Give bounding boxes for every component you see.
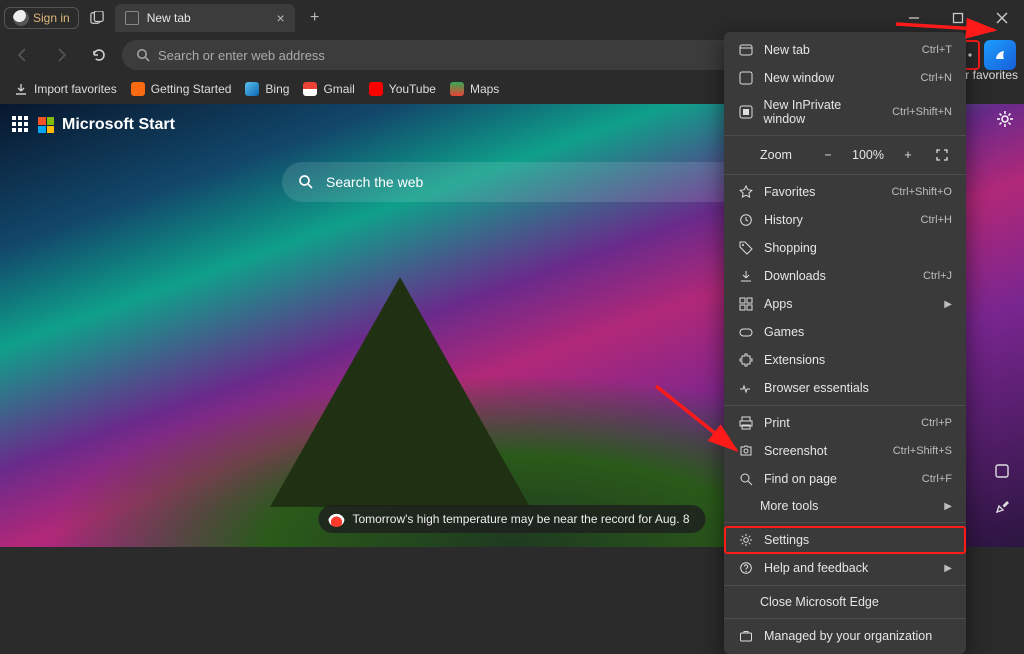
menu-new-tab[interactable]: New tabCtrl+T (724, 36, 966, 64)
fullscreen-button[interactable] (932, 145, 952, 165)
expand-feed-button[interactable] (990, 459, 1014, 483)
window-maximize-button[interactable] (936, 2, 980, 34)
menu-apps[interactable]: Apps▶ (724, 290, 966, 318)
history-icon (738, 212, 754, 228)
fav-maps[interactable]: Maps (450, 82, 499, 96)
window-close-button[interactable] (980, 2, 1024, 34)
back-button[interactable] (8, 40, 38, 70)
fav-bing[interactable]: Bing (245, 82, 289, 96)
copilot-button[interactable] (984, 40, 1016, 70)
inprivate-icon (738, 104, 753, 120)
menu-close-edge[interactable]: Close Microsoft Edge (724, 589, 966, 615)
brand-title: Microsoft Start (62, 116, 175, 134)
menu-favorites[interactable]: FavoritesCtrl+Shift+O (724, 178, 966, 206)
zoom-out-button[interactable]: − (818, 145, 838, 165)
youtube-icon (369, 82, 383, 96)
menu-more-tools[interactable]: More tools▶ (724, 493, 966, 519)
menu-help-feedback[interactable]: Help and feedback▶ (724, 554, 966, 582)
app-menu: New tabCtrl+T New windowCtrl+N New InPri… (724, 32, 966, 654)
fav-getting-started[interactable]: Getting Started (131, 82, 232, 96)
import-icon (14, 82, 28, 96)
gear-icon (738, 532, 754, 548)
ntp-search-box[interactable]: Search the web (282, 162, 742, 202)
menu-find-on-page[interactable]: Find on pageCtrl+F (724, 465, 966, 493)
refresh-button[interactable] (84, 40, 114, 70)
app-launcher-button[interactable] (12, 116, 30, 134)
menu-history[interactable]: HistoryCtrl+H (724, 206, 966, 234)
download-icon (738, 268, 754, 284)
search-icon (298, 174, 314, 190)
find-icon (738, 471, 754, 487)
address-placeholder: Search or enter web address (158, 48, 325, 63)
new-tab-icon (738, 42, 754, 58)
browser-tab[interactable]: New tab × (115, 4, 295, 32)
menu-zoom-row: Zoom − 100% + (724, 139, 966, 171)
tab-favicon-icon (125, 11, 139, 25)
gmail-icon (303, 82, 317, 96)
menu-managed-by-org[interactable]: Managed by your organization (724, 622, 966, 650)
flame-icon (131, 82, 145, 96)
help-icon (738, 560, 754, 576)
print-icon (738, 415, 754, 431)
zoom-value: 100% (852, 148, 884, 162)
tag-icon (738, 240, 754, 256)
menu-print[interactable]: PrintCtrl+P (724, 409, 966, 437)
tab-close-button[interactable]: × (277, 10, 285, 26)
menu-extensions[interactable]: Extensions (724, 346, 966, 374)
menu-settings[interactable]: Settings (724, 526, 966, 554)
page-settings-button[interactable] (996, 110, 1014, 128)
import-favorites-button[interactable]: Import favorites (14, 82, 117, 96)
weather-text: Tomorrow's high temperature may be near … (352, 512, 689, 526)
chevron-right-icon: ▶ (944, 563, 952, 574)
fav-gmail[interactable]: Gmail (303, 82, 354, 96)
bing-icon (245, 82, 259, 96)
star-icon (738, 184, 754, 200)
new-tab-button[interactable]: + (301, 4, 329, 32)
window-minimize-button[interactable] (892, 2, 936, 34)
copilot-icon (992, 47, 1008, 63)
menu-browser-essentials[interactable]: Browser essentials (724, 374, 966, 402)
forward-button[interactable] (46, 40, 76, 70)
customize-button[interactable] (990, 495, 1014, 519)
menu-screenshot[interactable]: ScreenshotCtrl+Shift+S (724, 437, 966, 465)
microsoft-logo-icon (38, 117, 54, 133)
briefcase-icon (738, 628, 754, 644)
window-icon (738, 70, 754, 86)
ntp-search-placeholder: Search the web (326, 174, 423, 190)
menu-new-window[interactable]: New windowCtrl+N (724, 64, 966, 92)
pulse-icon (738, 380, 754, 396)
profile-avatar-icon (13, 10, 29, 26)
signin-label: Sign in (33, 11, 70, 25)
maps-icon (450, 82, 464, 96)
menu-shopping[interactable]: Shopping (724, 234, 966, 262)
weather-pill[interactable]: Tomorrow's high temperature may be near … (318, 505, 705, 533)
menu-downloads[interactable]: DownloadsCtrl+J (724, 262, 966, 290)
menu-games[interactable]: Games (724, 318, 966, 346)
thermometer-icon (328, 511, 344, 527)
fav-youtube[interactable]: YouTube (369, 82, 436, 96)
screenshot-icon (738, 443, 754, 459)
chevron-right-icon: ▶ (944, 501, 952, 512)
games-icon (738, 324, 754, 340)
background-mountain (270, 277, 530, 507)
chevron-right-icon: ▶ (944, 299, 952, 310)
signin-button[interactable]: Sign in (4, 7, 79, 29)
tab-actions-button[interactable] (85, 11, 109, 25)
zoom-in-button[interactable]: + (898, 145, 918, 165)
menu-new-inprivate[interactable]: New InPrivate windowCtrl+Shift+N (724, 92, 966, 132)
search-icon (136, 48, 150, 62)
extensions-icon (738, 352, 754, 368)
tab-title: New tab (147, 11, 191, 25)
apps-icon (738, 296, 754, 312)
